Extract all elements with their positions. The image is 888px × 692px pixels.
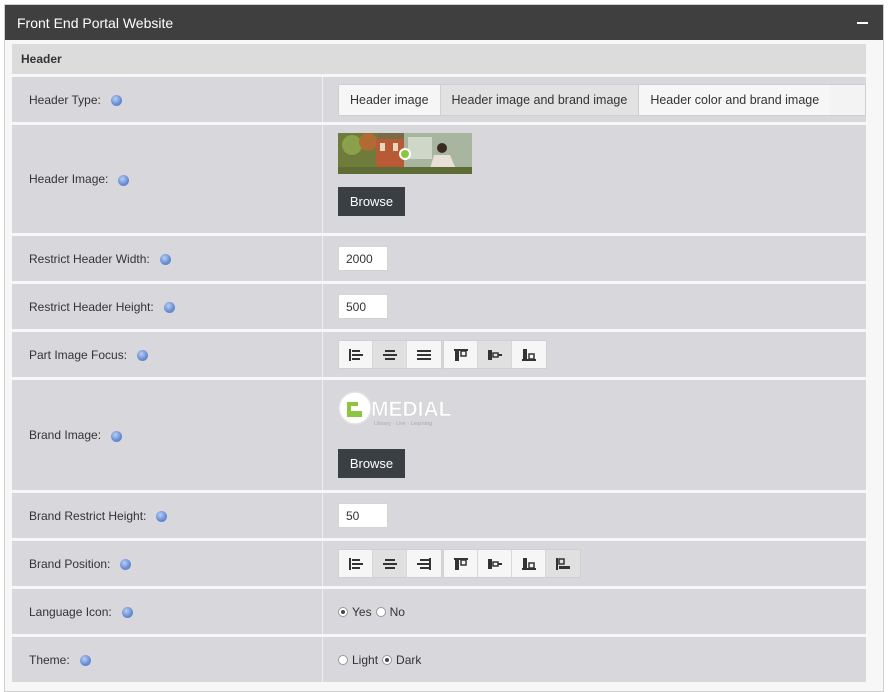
header-width-input[interactable] (338, 246, 388, 271)
svg-text:Library · Live · Learning: Library · Live · Learning (374, 421, 432, 427)
align-bottom-icon[interactable] (512, 341, 546, 368)
help-icon[interactable] (120, 559, 132, 570)
header-type-option-color-and-brand[interactable]: Header color and brand image (639, 84, 831, 115)
header-image-preview (338, 133, 472, 174)
label-cell: Header Image: (12, 125, 322, 233)
align-left-icon[interactable] (339, 550, 373, 577)
row-restrict-header-width: Restrict Header Width: (12, 236, 866, 281)
value-cell (322, 284, 866, 329)
help-icon[interactable] (121, 607, 133, 618)
field-label: Restrict Header Width: (29, 251, 150, 266)
align-middle-icon[interactable] (478, 550, 512, 577)
label-cell: Part Image Focus: (12, 332, 322, 377)
panel-title: Front End Portal Website (17, 14, 174, 31)
label-cell: Language Icon: (12, 589, 322, 634)
radio-label-no: No (389, 604, 405, 619)
align-top-icon[interactable] (444, 550, 478, 577)
label-cell: Theme: (12, 637, 322, 682)
header-type-option-header-image-and-brand[interactable]: Header image and brand image (440, 84, 640, 115)
row-brand-image: Brand Image: MEDIAL Library · Live · Lea… (12, 380, 866, 490)
value-cell (322, 541, 866, 586)
field-label: Header Type: (29, 92, 101, 107)
minus-icon (856, 21, 868, 24)
value-cell (322, 493, 866, 538)
theme-radio-group: Light Dark (338, 653, 866, 667)
align-center-icon[interactable] (373, 341, 407, 368)
brand-logo-preview: MEDIAL Library · Live · Learning (338, 391, 452, 427)
header-type-selector: Header image Header image and brand imag… (338, 83, 866, 116)
help-icon[interactable] (163, 302, 175, 313)
help-icon[interactable] (156, 511, 168, 522)
align-center-icon[interactable] (373, 550, 407, 577)
value-cell: Yes No (322, 589, 866, 634)
label-cell: Brand Restrict Height: (12, 493, 322, 538)
field-label: Restrict Header Height: (29, 299, 154, 314)
section-header: Header (12, 44, 866, 74)
value-cell: Header image Header image and brand imag… (322, 77, 866, 122)
align-top-icon[interactable] (444, 341, 478, 368)
settings-rows: Header Type: Header image Header image a… (12, 77, 866, 685)
align-stretch-icon[interactable] (546, 550, 580, 577)
header-type-option-header-image[interactable]: Header image (339, 84, 441, 115)
radio-label-yes: Yes (352, 604, 372, 619)
field-label: Brand Restrict Height: (29, 508, 147, 523)
row-brand-position: Brand Position: (12, 541, 866, 586)
align-right-icon[interactable] (407, 550, 441, 577)
value-cell (322, 332, 866, 377)
row-header-type: Header Type: Header image Header image a… (12, 77, 866, 122)
help-icon[interactable] (110, 95, 122, 106)
header-height-input[interactable] (338, 294, 388, 319)
brand-position-selector (338, 549, 866, 578)
help-icon[interactable] (118, 174, 130, 186)
row-brand-restrict-height: Brand Restrict Height: (12, 493, 866, 538)
horizontal-focus-group (338, 340, 442, 369)
field-label: Brand Image: (29, 428, 102, 442)
language-icon-yes-radio[interactable] (338, 606, 348, 617)
align-bottom-icon[interactable] (512, 550, 546, 577)
svg-text:MEDIAL: MEDIAL (371, 398, 452, 421)
help-icon[interactable] (159, 254, 171, 265)
theme-dark-radio[interactable] (382, 654, 393, 665)
row-header-image: Header Image: Browse (12, 125, 866, 233)
vertical-focus-group (443, 340, 547, 369)
value-cell: Light Dark (322, 637, 866, 682)
language-icon-radio-group: Yes No (338, 605, 866, 619)
field-label: Language Icon: (29, 604, 112, 619)
row-part-image-focus: Part Image Focus: (12, 332, 866, 377)
row-restrict-header-height: Restrict Header Height: (12, 284, 866, 329)
theme-light-radio[interactable] (338, 654, 348, 665)
label-cell: Restrict Header Width: (12, 236, 322, 281)
align-left-icon[interactable] (339, 341, 373, 368)
radio-label-light: Light (352, 652, 379, 667)
field-label: Theme: (29, 652, 70, 667)
panel-titlebar: Front End Portal Website (5, 5, 883, 40)
image-focus-selector (338, 340, 866, 369)
field-label: Part Image Focus: (29, 347, 128, 362)
help-icon[interactable] (111, 430, 123, 442)
brand-image-browse-button[interactable]: Browse (338, 449, 405, 478)
value-cell: Browse (322, 125, 866, 233)
label-cell: Brand Image: (12, 380, 322, 490)
row-language-icon: Language Icon: Yes No (12, 589, 866, 634)
field-label: Header Image: (29, 172, 109, 186)
value-cell (322, 236, 866, 281)
collapse-button[interactable] (853, 14, 871, 32)
label-cell: Restrict Header Height: (12, 284, 322, 329)
align-middle-icon[interactable] (478, 341, 512, 368)
radio-label-dark: Dark (396, 652, 422, 667)
row-theme: Theme: Light Dark (12, 637, 866, 682)
field-label: Brand Position: (29, 556, 111, 571)
value-cell: MEDIAL Library · Live · Learning Browse (322, 380, 866, 490)
label-cell: Header Type: (12, 77, 322, 122)
help-icon[interactable] (137, 350, 149, 361)
brand-height-input[interactable] (338, 503, 388, 528)
header-image-browse-button[interactable]: Browse (338, 187, 405, 216)
align-justify-icon[interactable] (407, 341, 441, 368)
vertical-position-group (443, 549, 581, 578)
help-icon[interactable] (79, 655, 91, 666)
language-icon-no-radio[interactable] (375, 606, 386, 617)
label-cell: Brand Position: (12, 541, 322, 586)
horizontal-position-group (338, 549, 442, 578)
